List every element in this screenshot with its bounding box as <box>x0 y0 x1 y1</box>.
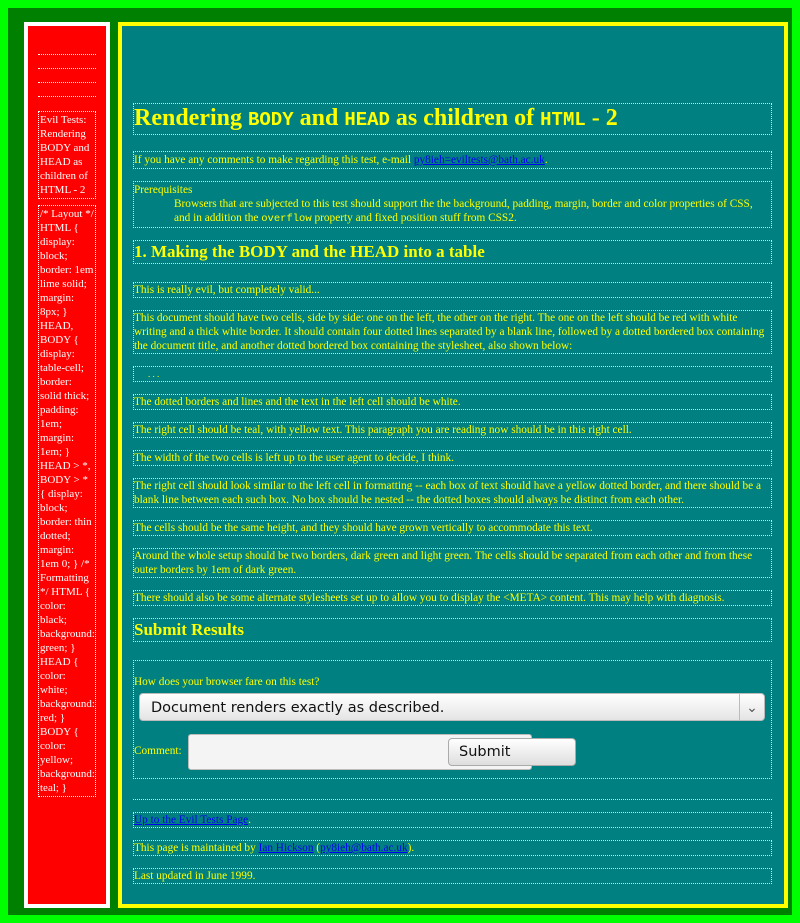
page-title: Rendering BODY and HEAD as children of H… <box>133 103 772 135</box>
comment-label: Comment: <box>134 745 182 757</box>
prerequisites-text: Browsers that are subjected to this test… <box>174 198 753 225</box>
paragraph: This document should have two cells, sid… <box>133 310 772 354</box>
chevron-down-icon: ⌄ <box>739 694 764 720</box>
paragraph: The width of the two cells is left up to… <box>133 450 772 466</box>
submit-results-heading: Submit Results <box>133 618 772 642</box>
paragraph: The cells should be the same height, and… <box>133 520 772 536</box>
head-cell: Evil Tests: Rendering BODY and HEAD as c… <box>24 22 110 908</box>
maintainer-paragraph: This page is maintained by Ian Hickson (… <box>133 840 772 856</box>
maintainer-email-link[interactable]: py8ieh@bath.ac.uk <box>320 842 408 854</box>
dotted-line <box>38 68 96 69</box>
result-select-value: Document renders exactly as described. <box>151 700 445 716</box>
paragraph: Around the whole setup should be two bor… <box>133 548 772 578</box>
divider <box>133 799 772 800</box>
up-link[interactable]: Up to the Evil Tests Page <box>134 814 248 826</box>
paragraph: There should also be some alternate styl… <box>133 590 772 606</box>
outer-frame: Evil Tests: Rendering BODY and HEAD as c… <box>8 8 792 915</box>
result-select[interactable]: Document renders exactly as described. ⌄ <box>139 693 765 721</box>
paragraph: The right cell should be teal, with yell… <box>133 422 772 438</box>
paragraph: The dotted borders and lines and the tex… <box>133 394 772 410</box>
paragraph: This is really evil, but completely vali… <box>133 282 772 298</box>
ellipsis-box: . . . <box>133 366 772 382</box>
document-title-box: Evil Tests: Rendering BODY and HEAD as c… <box>38 111 96 199</box>
dotted-line <box>38 96 96 97</box>
submit-button[interactable]: Submit <box>448 738 576 766</box>
form-question: How does your browser fare on this test? <box>134 676 320 688</box>
email-link[interactable]: py8ieh=eviltests@bath.ac.uk <box>414 154 545 166</box>
results-form: How does your browser fare on this test?… <box>133 660 772 779</box>
prerequisites-box: Prerequisites Browsers that are subjecte… <box>133 181 772 228</box>
dotted-line <box>38 54 96 55</box>
last-updated: Last updated in June 1999. <box>133 868 772 884</box>
prerequisites-title: Prerequisites <box>134 184 193 196</box>
stylesheet-box: /* Layout */ HTML { display: block; bord… <box>38 205 96 797</box>
comment-input[interactable]: Submit <box>188 734 576 770</box>
maintainer-link[interactable]: Ian Hickson <box>259 842 314 854</box>
dotted-line <box>38 82 96 83</box>
paragraph: The right cell should look similar to th… <box>133 478 772 508</box>
body-cell: Rendering BODY and HEAD as children of H… <box>118 22 788 908</box>
up-link-paragraph: Up to the Evil Tests Page. <box>133 812 772 828</box>
comment-row: Comment: Submit <box>134 734 771 770</box>
comments-paragraph: If you have any comments to make regardi… <box>133 151 772 169</box>
section-heading: 1. Making the BODY and the HEAD into a t… <box>133 240 772 264</box>
